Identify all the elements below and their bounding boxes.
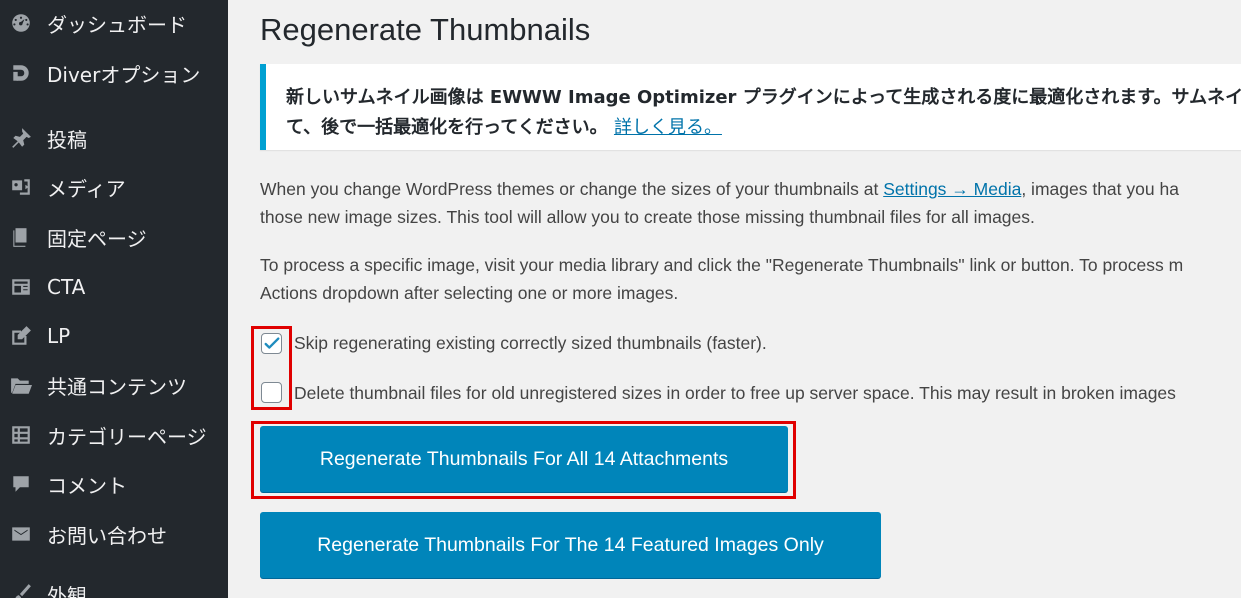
sidebar-item-category-pages[interactable]: カテゴリーページ <box>0 415 228 455</box>
sidebar-item-label: カテゴリーページ <box>47 424 207 449</box>
sidebar-item-label: Diverオプション <box>47 62 201 87</box>
folder-open-icon <box>9 373 33 397</box>
table-grid-icon <box>9 423 33 447</box>
notice-line-1: 新しいサムネイル画像は EWWW Image Optimizer プラグインによ… <box>286 87 1241 108</box>
sidebar-item-appearance[interactable]: 外観 <box>0 574 228 598</box>
mail-icon <box>9 522 33 546</box>
sidebar-item-label: 投稿 <box>47 127 87 152</box>
edit-icon <box>9 324 33 348</box>
cta-card-icon <box>9 275 33 299</box>
settings-media-link[interactable]: Settings → Media <box>883 179 1021 199</box>
dashboard-icon <box>9 11 33 35</box>
page-icon <box>9 225 33 249</box>
process-line-2: Actions dropdown after selecting one or … <box>260 283 679 303</box>
sidebar-item-label: コメント <box>47 473 127 498</box>
notice-text: て、後で一括最適化を行ってください。 <box>286 117 608 138</box>
checkmark-icon <box>264 337 280 349</box>
media-icon <box>9 175 33 199</box>
learn-more-link[interactable]: 詳しく見る。 <box>614 117 722 138</box>
regenerate-all-button[interactable]: Regenerate Thumbnails For All 14 Attachm… <box>260 426 788 492</box>
sidebar-item-media[interactable]: メディア <box>0 167 228 207</box>
optimizer-notice: 新しいサムネイル画像は EWWW Image Optimizer プラグインによ… <box>260 64 1241 150</box>
skip-existing-checkbox[interactable] <box>261 333 282 354</box>
intro-text: When you change WordPress themes or chan… <box>260 179 884 199</box>
main-content: Regenerate Thumbnails 新しいサムネイル画像は EWWW I… <box>228 0 1241 598</box>
sidebar-item-pages[interactable]: 固定ページ <box>0 217 228 257</box>
sidebar-item-common-content[interactable]: 共通コンテンツ <box>0 365 228 405</box>
sidebar-item-lp[interactable]: LP <box>0 316 228 356</box>
delete-old-sizes-checkbox[interactable] <box>261 382 282 403</box>
page-title: Regenerate Thumbnails <box>260 12 591 47</box>
sidebar-item-label: 共通コンテンツ <box>47 374 187 399</box>
process-line-1: To process a specific image, visit your … <box>260 255 1184 275</box>
sidebar-item-cta[interactable]: CTA <box>0 267 228 307</box>
notice-line-2: て、後で一括最適化を行ってください。 詳しく見る。 <box>286 113 722 139</box>
delete-old-sizes-label[interactable]: Delete thumbnail files for old unregiste… <box>294 383 1176 404</box>
sidebar-item-label: LP <box>47 324 71 348</box>
intro-line-2: those new image sizes. This tool will al… <box>260 207 1035 227</box>
diver-logo-icon <box>9 61 33 85</box>
intro-text-after: , images that you ha <box>1021 179 1179 199</box>
sidebar-item-dashboard[interactable]: ダッシュボード <box>0 3 228 43</box>
sidebar-item-label: 外観 <box>47 583 87 598</box>
sidebar-item-label: CTA <box>47 275 86 299</box>
sidebar-item-label: お問い合わせ <box>47 523 167 548</box>
sidebar-item-label: メディア <box>47 176 126 201</box>
sidebar-item-label: 固定ページ <box>47 226 147 251</box>
sidebar-item-comments[interactable]: コメント <box>0 464 228 504</box>
admin-sidebar: ダッシュボード Diverオプション 投稿 メディア 固定ページ CTA LP … <box>0 0 228 598</box>
skip-existing-label[interactable]: Skip regenerating existing correctly siz… <box>294 333 767 354</box>
regenerate-featured-button[interactable]: Regenerate Thumbnails For The 14 Feature… <box>260 512 881 578</box>
pushpin-icon <box>9 126 33 150</box>
sidebar-item-contact[interactable]: お問い合わせ <box>0 514 228 554</box>
sidebar-item-posts[interactable]: 投稿 <box>0 118 228 158</box>
sidebar-item-diver-options[interactable]: Diverオプション <box>0 53 228 93</box>
intro-line-1: When you change WordPress themes or chan… <box>260 175 1179 203</box>
sidebar-item-label: ダッシュボード <box>47 12 187 37</box>
paintbrush-icon <box>9 582 33 598</box>
comment-icon <box>9 472 33 496</box>
